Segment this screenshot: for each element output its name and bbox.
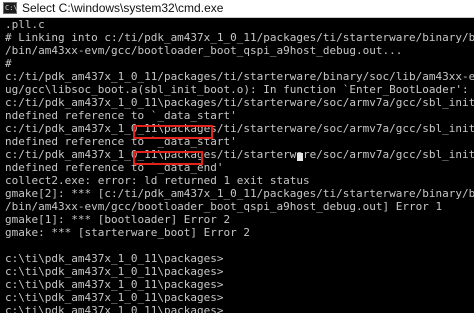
console-line: ndefined reference to `_data_start' — [5, 109, 237, 122]
console-output[interactable]: c:\ti\pdk_am437x_1_0_11\packages> c:\ti\p… — [0, 18, 474, 313]
console-line: gmake: *** [starterware_boot] Error 2 — [5, 226, 251, 239]
console-line: /bin/am43xx-evm/gcc/bootloader_boot_qspi… — [5, 200, 443, 213]
window-title: Select C:\windows\system32\cmd.exe — [22, 1, 224, 15]
console-line: collect2.exe: error: ld returned 1 exit … — [5, 174, 310, 187]
console-line: c:\ti\pdk_am437x_1_0_11\packages> — [5, 304, 224, 313]
console-line: # — [5, 57, 12, 70]
console-line: gmake[1]: *** [bootloader] Error 2 — [5, 213, 231, 226]
console-line: # Linking into c:/ti/pdk_am437x_1_0_11/p… — [5, 31, 474, 44]
console-line: c:/ti/pdk_am437x_1_0_11/packages/ti/star… — [5, 70, 474, 83]
console-line: .pll.c — [5, 18, 45, 31]
title-bar[interactable]: C:\ Select C:\windows\system32\cmd.exe — [0, 0, 474, 18]
console-line: c:/ti/pdk_am437x_1_0_11\packages/ti/star… — [5, 122, 474, 135]
text-cursor — [297, 153, 303, 161]
console-line: c:\ti\pdk_am437x_1_0_11\packages> — [5, 291, 224, 304]
highlight-box-data-start — [133, 125, 213, 139]
console-line: c:\ti\pdk_am437x_1_0_11\packages> — [5, 278, 224, 291]
cmd-icon: C:\ — [3, 2, 18, 14]
console-line: gmake[2]: *** [c:/ti/pdk_am437x_1_0_11/p… — [5, 187, 474, 200]
console-line: c:/ti/pdk_am437x_1_0_11\packages/ti/star… — [5, 148, 474, 161]
highlight-box-data-end — [133, 151, 203, 165]
cmd-window: C:\ Select C:\windows\system32\cmd.exe c… — [0, 0, 474, 313]
console-line: ug/gcc\libsoc_boot.a(sbl_init_boot.o): I… — [5, 83, 469, 96]
console-line: /bin/am43xx-evm/gcc/bootloader_boot_qspi… — [5, 44, 403, 57]
console-line: c:\ti\pdk_am437x_1_0_11\packages> — [5, 265, 224, 278]
console-line: c:/ti/pdk_am437x_1_0_11\packages/ti/star… — [5, 96, 474, 109]
console-line: c:\ti\pdk_am437x_1_0_11\packages> — [5, 252, 224, 265]
